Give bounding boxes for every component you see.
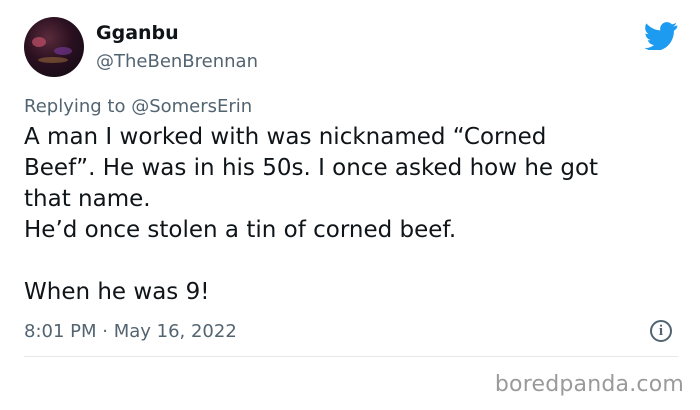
- avatar-light: [54, 47, 72, 55]
- tweet-body-line: He’d once stolen a tin of corned beef.: [24, 217, 457, 243]
- tweet-body: A man I worked with was nicknamed “Corne…: [24, 122, 679, 308]
- tweet-body-line: Beef”. He was in his 50s. I once asked h…: [24, 155, 599, 181]
- tweet-body-line: When he was 9!: [24, 279, 210, 305]
- author-handle[interactable]: @TheBenBrennan: [96, 51, 258, 72]
- author-avatar[interactable]: [24, 17, 84, 77]
- divider: [24, 356, 678, 357]
- avatar-light: [38, 57, 68, 63]
- avatar-light: [32, 37, 46, 47]
- replying-to-label: Replying to: [24, 96, 132, 117]
- replying-to-mention[interactable]: @SomersErin: [131, 96, 252, 117]
- tweet-card: Gganbu @TheBenBrennan Replying to @Somer…: [0, 0, 700, 410]
- replying-to-line: Replying to @SomersErin: [24, 96, 252, 117]
- info-icon[interactable]: i: [650, 320, 672, 342]
- tweet-body-line: that name.: [24, 186, 151, 212]
- tweet-body-line: A man I worked with was nicknamed “Corne…: [24, 124, 547, 150]
- twitter-bird-icon[interactable]: [644, 22, 678, 50]
- author-display-name[interactable]: Gganbu: [96, 22, 179, 44]
- watermark: boredpanda.com: [494, 372, 684, 397]
- tweet-timestamp[interactable]: 8:01 PM · May 16, 2022: [24, 321, 237, 342]
